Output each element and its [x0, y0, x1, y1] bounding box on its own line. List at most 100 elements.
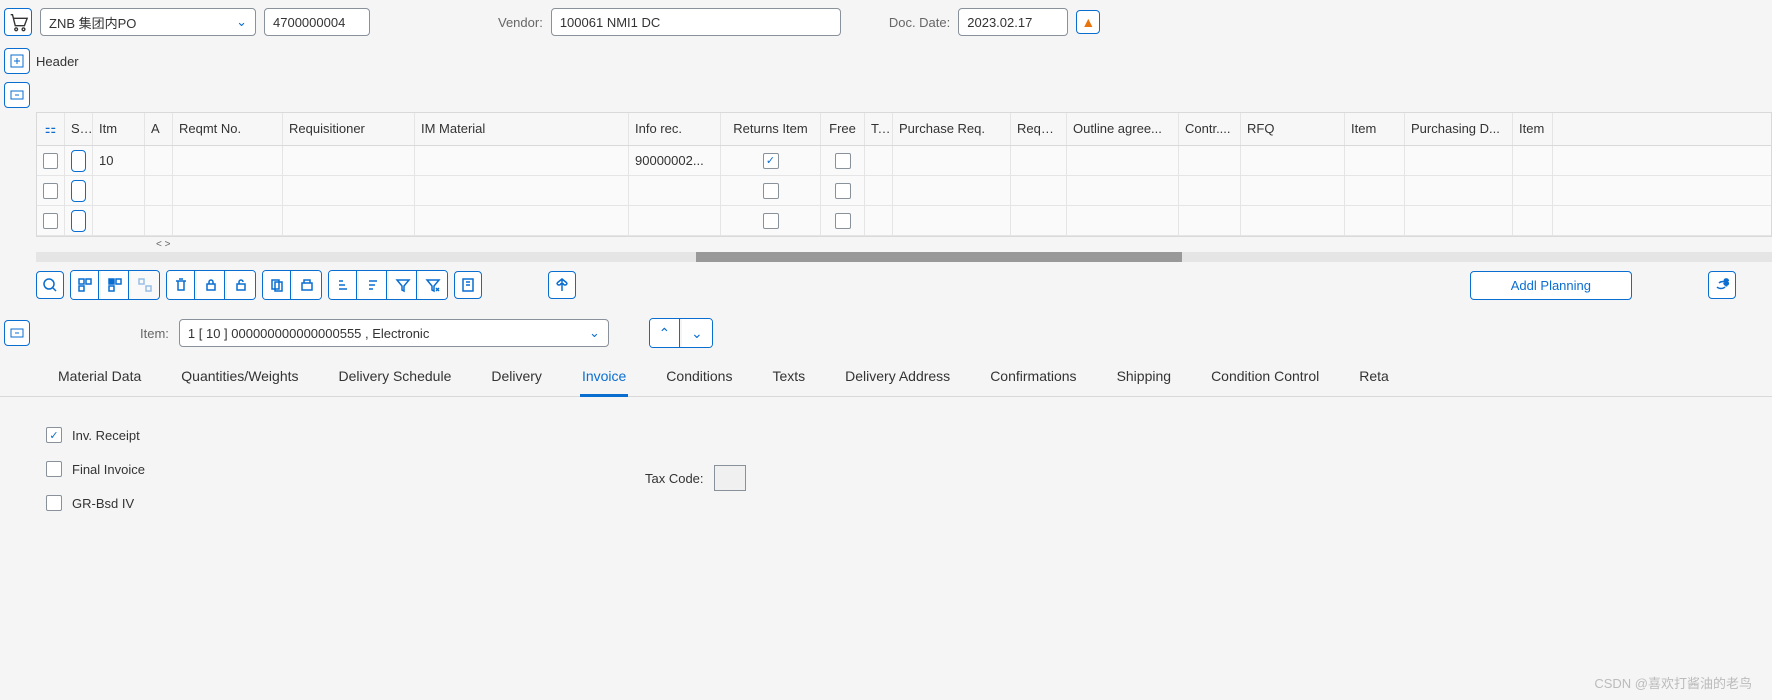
row-checkbox[interactable] [43, 213, 58, 229]
doc-date-value: 2023.02.17 [967, 15, 1032, 30]
col-a[interactable]: A [145, 113, 173, 145]
tab-conditions[interactable]: Conditions [664, 358, 734, 396]
returns-checkbox[interactable] [763, 183, 779, 199]
col-free[interactable]: Free [821, 113, 865, 145]
tab-delivery[interactable]: Delivery [489, 358, 544, 396]
paste-button[interactable] [293, 271, 321, 299]
warning-button[interactable]: ▲ [1076, 10, 1100, 34]
tax-code-input[interactable] [714, 465, 746, 491]
returns-checkbox[interactable] [763, 213, 779, 229]
scrollbar-thumb[interactable] [696, 252, 1182, 262]
col-material[interactable]: IM Material [415, 113, 629, 145]
filter-button[interactable] [389, 271, 417, 299]
balance-button[interactable] [548, 271, 576, 299]
tab-reta[interactable]: Reta [1357, 358, 1391, 396]
tab-delivery-address[interactable]: Delivery Address [843, 358, 952, 396]
inv-receipt-label: Inv. Receipt [72, 428, 140, 443]
header-label: Header [36, 54, 79, 69]
unlock-button[interactable] [227, 271, 255, 299]
col-status[interactable]: S... [65, 113, 93, 145]
tab-invoice[interactable]: Invoice [580, 358, 628, 397]
delete-button[interactable] [167, 271, 195, 299]
item-select[interactable]: 1 [ 10 ] 000000000000000555 , Electronic… [179, 319, 609, 347]
table-row[interactable]: 10 90000002... ✓ [37, 146, 1771, 176]
col-itm[interactable]: Itm [93, 113, 145, 145]
copy-button[interactable] [263, 271, 291, 299]
col-purchd[interactable]: Purchasing D... [1405, 113, 1513, 145]
layout3-button[interactable] [131, 271, 159, 299]
col-returns[interactable]: Returns Item [721, 113, 821, 145]
sort-desc-button[interactable] [359, 271, 387, 299]
tabs: Material Data Quantities/Weights Delivery … [0, 358, 1772, 397]
col-pr[interactable]: Purchase Req. [893, 113, 1011, 145]
gr-bsd-label: GR-Bsd IV [72, 496, 134, 511]
sort-asc-button[interactable] [329, 271, 357, 299]
horizontal-scrollbar[interactable] [36, 252, 1772, 262]
table-row[interactable] [37, 206, 1771, 236]
gr-bsd-checkbox[interactable] [46, 495, 62, 511]
col-settings[interactable]: ⚏ [37, 113, 65, 145]
po-number-value: 4700000004 [273, 15, 345, 30]
col-rfq[interactable]: RFQ [1241, 113, 1345, 145]
col-item2[interactable]: Item [1513, 113, 1553, 145]
vendor-input[interactable]: 100061 NMI1 DC [551, 8, 841, 36]
row-checkbox[interactable] [43, 153, 58, 169]
chevron-down-icon: ⌄ [236, 14, 247, 30]
doc-date-label: Doc. Date: [889, 15, 950, 30]
filter-clear-button[interactable] [419, 271, 447, 299]
column-settings-icon: ⚏ [45, 121, 57, 136]
currency-button[interactable]: $ [1708, 271, 1736, 299]
watermark: CSDN @喜欢打酱油的老鸟 [1594, 673, 1752, 692]
inv-receipt-checkbox[interactable]: ✓ [46, 427, 62, 443]
item-value: 1 [ 10 ] 000000000000000555 , Electronic [188, 326, 429, 341]
expand-header-button[interactable] [4, 48, 30, 74]
free-checkbox[interactable] [835, 153, 851, 169]
tab-quantities-weights[interactable]: Quantities/Weights [179, 358, 300, 396]
status-box[interactable] [71, 210, 86, 232]
col-requi[interactable]: Requi... [1011, 113, 1067, 145]
layout1-button[interactable] [71, 271, 99, 299]
table-row[interactable] [37, 176, 1771, 206]
scroll-arrows[interactable]: < > [150, 237, 1772, 252]
next-item-button[interactable]: ⌄ [682, 319, 712, 347]
warning-triangle-icon: ▲ [1081, 14, 1095, 30]
search-button[interactable] [36, 271, 64, 299]
tab-texts[interactable]: Texts [770, 358, 807, 396]
collapse-section-button[interactable] [4, 82, 30, 108]
free-checkbox[interactable] [835, 213, 851, 229]
item-label: Item: [140, 326, 169, 341]
vendor-value: 100061 NMI1 DC [560, 15, 660, 30]
tax-code-label: Tax Code: [645, 471, 704, 486]
col-outline[interactable]: Outline agree... [1067, 113, 1179, 145]
tab-confirmations[interactable]: Confirmations [988, 358, 1078, 396]
status-box[interactable] [71, 150, 86, 172]
items-table: ⚏ S... Itm A Reqmt No. Requisitioner IM … [36, 112, 1772, 237]
col-inforec[interactable]: Info rec. [629, 113, 721, 145]
doc-date-input[interactable]: 2023.02.17 [958, 8, 1068, 36]
tab-shipping[interactable]: Shipping [1115, 358, 1174, 396]
addl-planning-button[interactable]: Addl Planning [1470, 271, 1632, 300]
col-item[interactable]: Item [1345, 113, 1405, 145]
col-reqmt[interactable]: Reqmt No. [173, 113, 283, 145]
status-box[interactable] [71, 180, 86, 202]
free-checkbox[interactable] [835, 183, 851, 199]
lock-button[interactable] [197, 271, 225, 299]
col-contr[interactable]: Contr.... [1179, 113, 1241, 145]
collapse-item-button[interactable] [4, 320, 30, 346]
cell-itm [93, 176, 145, 205]
layout2-button[interactable] [101, 271, 129, 299]
tab-material-data[interactable]: Material Data [56, 358, 143, 396]
returns-checkbox[interactable]: ✓ [763, 153, 779, 169]
final-invoice-checkbox[interactable] [46, 461, 62, 477]
prev-item-button[interactable]: ⌃ [650, 319, 680, 347]
cart-icon[interactable] [4, 8, 32, 36]
tab-condition-control[interactable]: Condition Control [1209, 358, 1321, 396]
col-requisitioner[interactable]: Requisitioner [283, 113, 415, 145]
settings-button[interactable] [454, 271, 482, 299]
chevron-down-icon: ⌄ [589, 325, 600, 341]
po-type-select[interactable]: ZNB 集团内PO ⌄ [40, 8, 256, 36]
tab-delivery-schedule[interactable]: Delivery Schedule [337, 358, 454, 396]
row-checkbox[interactable] [43, 183, 58, 199]
col-t[interactable]: T... [865, 113, 893, 145]
po-number-input[interactable]: 4700000004 [264, 8, 370, 36]
